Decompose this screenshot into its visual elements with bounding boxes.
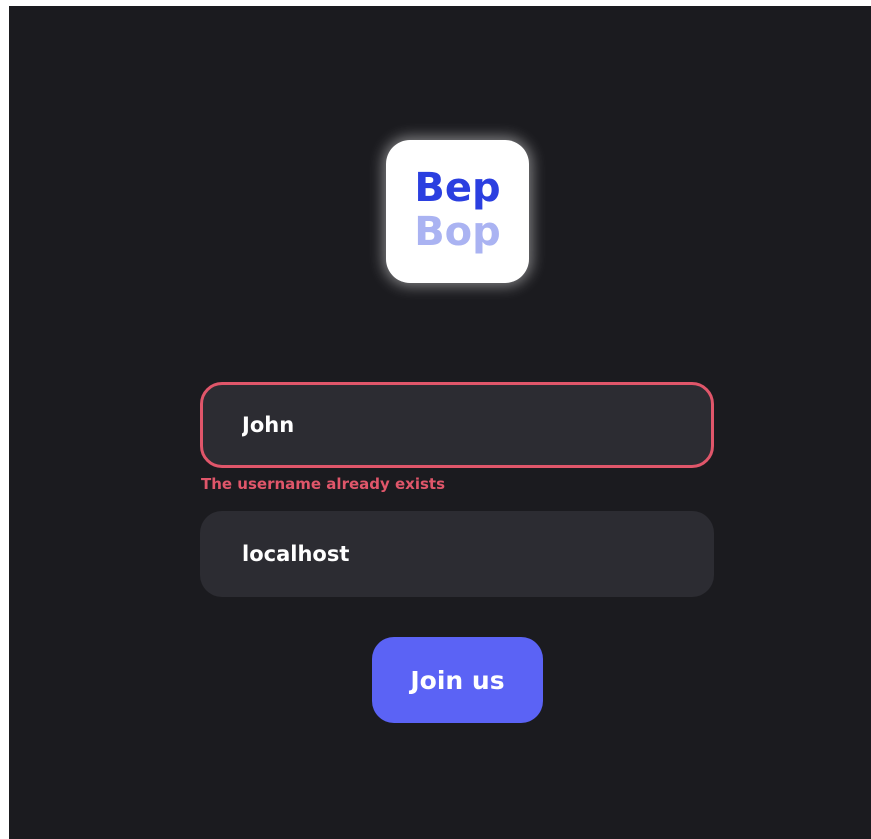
username-error-message: The username already exists	[201, 475, 446, 493]
app-logo: Bep Bop	[386, 140, 529, 283]
server-input[interactable]	[200, 511, 714, 597]
logo-text-bop: Bop	[414, 208, 501, 255]
username-input[interactable]	[200, 382, 714, 468]
logo-text-bep: Bep	[414, 164, 501, 211]
login-screen: Bep Bop The username already exists Join…	[9, 6, 871, 839]
join-button[interactable]: Join us	[372, 637, 543, 723]
